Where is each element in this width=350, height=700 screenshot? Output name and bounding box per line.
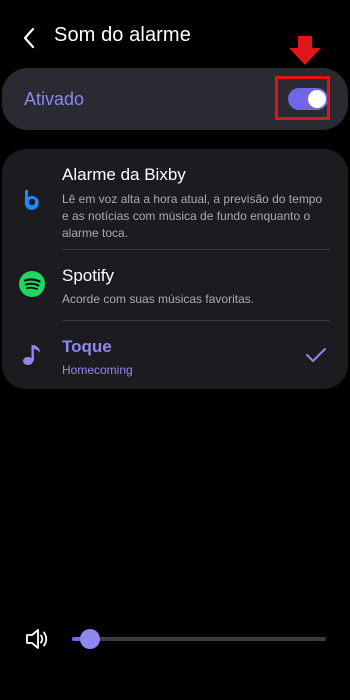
bixby-icon bbox=[18, 185, 46, 213]
master-toggle-label: Ativado bbox=[24, 89, 85, 109]
speaker-icon[interactable] bbox=[24, 626, 50, 652]
option-subtitle: Homecoming bbox=[62, 363, 133, 377]
option-bixby-alarm[interactable]: Alarme da Bixby Lê em voz alta a hora at… bbox=[2, 149, 348, 249]
volume-slider-track[interactable] bbox=[72, 637, 326, 641]
music-note-icon bbox=[18, 341, 46, 369]
annotation-arrow-down-icon bbox=[289, 36, 321, 65]
volume-control bbox=[0, 624, 350, 654]
chevron-left-icon bbox=[23, 27, 35, 49]
option-title: Alarme da Bixby bbox=[62, 165, 186, 184]
annotation-highlight-box bbox=[275, 76, 330, 120]
spotify-icon bbox=[18, 270, 46, 298]
page-title: Som do alarme bbox=[54, 24, 191, 46]
option-title: Toque bbox=[62, 337, 112, 356]
back-button[interactable] bbox=[14, 22, 46, 54]
option-ringtone[interactable]: Toque Homecoming bbox=[2, 321, 348, 389]
option-spotify[interactable]: Spotify Acorde com suas músicas favorita… bbox=[2, 250, 348, 320]
sound-options-list: Alarme da Bixby Lê em voz alta a hora at… bbox=[2, 149, 348, 389]
option-title: Spotify bbox=[62, 266, 114, 285]
option-subtitle: Lê em voz alta a hora atual, a previsão … bbox=[62, 192, 323, 240]
alarm-sound-screen: Som do alarme Ativado Alarme da Bixby Lê… bbox=[0, 0, 350, 700]
volume-slider-thumb[interactable] bbox=[80, 629, 101, 649]
check-icon bbox=[306, 348, 326, 362]
option-subtitle: Acorde com suas músicas favoritas. bbox=[62, 292, 255, 306]
